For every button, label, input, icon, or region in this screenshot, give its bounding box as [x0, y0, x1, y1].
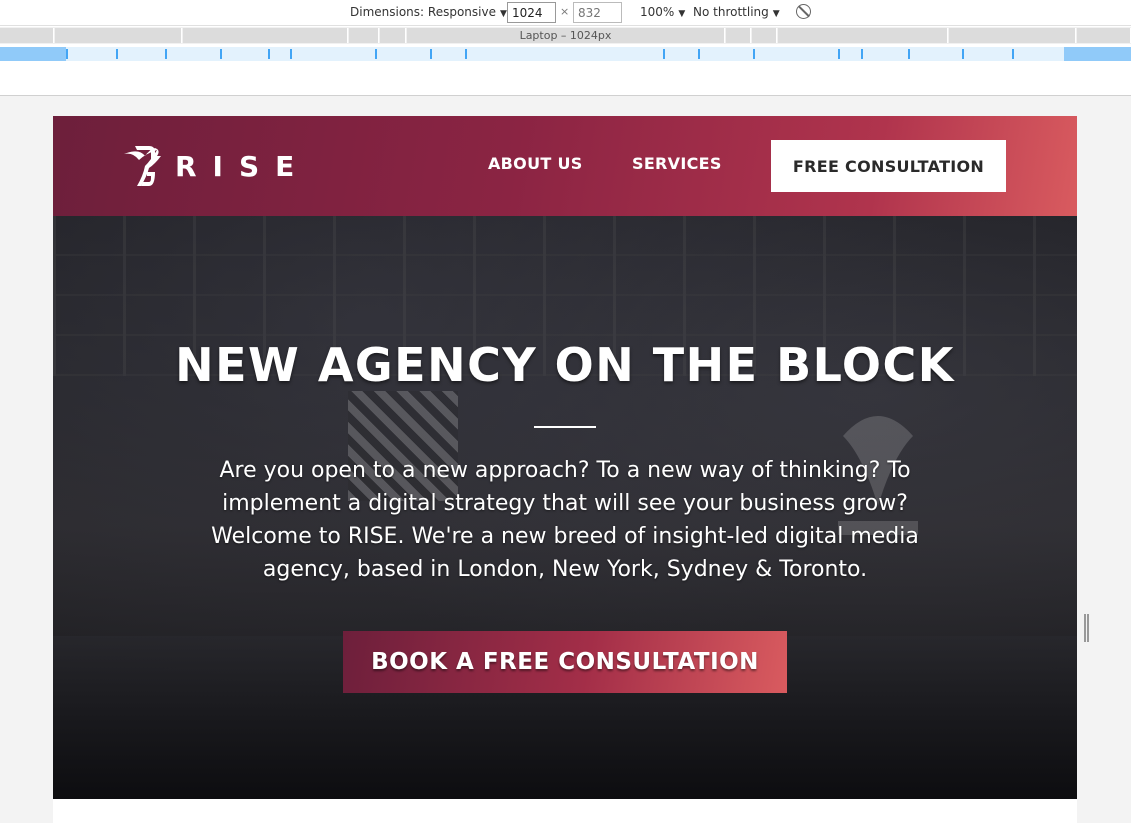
nav-about-us[interactable]: ABOUT US: [488, 154, 583, 173]
ruler-tick: [375, 49, 377, 59]
ruler-tick: [220, 49, 222, 59]
dimensions-dropdown[interactable]: Dimensions: Responsive ▼: [350, 5, 507, 19]
ruler-tick: [165, 49, 167, 59]
hero-section: RISE ABOUT US SERVICES FREE CONSULTATION…: [53, 116, 1077, 799]
ruler-overflow-left: [0, 47, 66, 61]
ruler-tick: [290, 49, 292, 59]
dimensions-label: Dimensions: Responsive: [350, 5, 496, 19]
hero-description: Are you open to a new approach? To a new…: [211, 458, 919, 582]
ruler-tick: [861, 49, 863, 59]
ruler-tick: [66, 49, 68, 59]
rotate-icon[interactable]: [796, 4, 811, 19]
width-input[interactable]: [507, 2, 556, 23]
zoom-dropdown[interactable]: 100% ▼: [640, 5, 685, 19]
ruler-tick: [663, 49, 665, 59]
resize-handle-icon[interactable]: [1084, 614, 1089, 642]
site-logo[interactable]: RISE: [121, 142, 310, 190]
media-query-label: Laptop – 1024px: [519, 29, 612, 42]
ruler-tick: [430, 49, 432, 59]
ruler-tick: [465, 49, 467, 59]
caret-down-icon: ▼: [772, 9, 780, 19]
throttling-dropdown[interactable]: No throttling ▼: [693, 5, 780, 19]
book-consultation-button[interactable]: BOOK A FREE CONSULTATION: [343, 631, 787, 693]
ruler-tick: [753, 49, 755, 59]
devtools-device-toolbar: Dimensions: Responsive▼ × 100%▼ No throt…: [0, 0, 1131, 26]
times-separator: ×: [560, 5, 570, 18]
logo-wordmark: RISE: [175, 149, 311, 183]
throttling-label: No throttling: [693, 5, 769, 19]
ruler-tick: [962, 49, 964, 59]
hero-divider: [534, 426, 596, 428]
nav-services[interactable]: SERVICES: [632, 154, 722, 173]
ruler-tick: [1012, 49, 1014, 59]
ruler-tick: [908, 49, 910, 59]
site-header: RISE ABOUT US SERVICES FREE CONSULTATION: [53, 116, 1077, 216]
emulated-viewport: RISE ABOUT US SERVICES FREE CONSULTATION…: [53, 116, 1077, 823]
hummingbird-logo-icon: [124, 146, 161, 186]
hero-title: NEW AGENCY ON THE BLOCK: [175, 338, 955, 392]
free-consultation-button[interactable]: FREE CONSULTATION: [771, 140, 1006, 192]
ruler-tick: [116, 49, 118, 59]
width-ruler: [0, 47, 1131, 61]
zoom-label: 100%: [640, 5, 675, 19]
ruler-overflow-right: [1064, 47, 1131, 61]
ruler-tick: [838, 49, 840, 59]
ruler-tick: [698, 49, 700, 59]
caret-down-icon: ▼: [678, 9, 686, 19]
ruler-tick: [268, 49, 270, 59]
height-input[interactable]: [573, 2, 622, 23]
caret-down-icon: ▼: [499, 9, 507, 19]
